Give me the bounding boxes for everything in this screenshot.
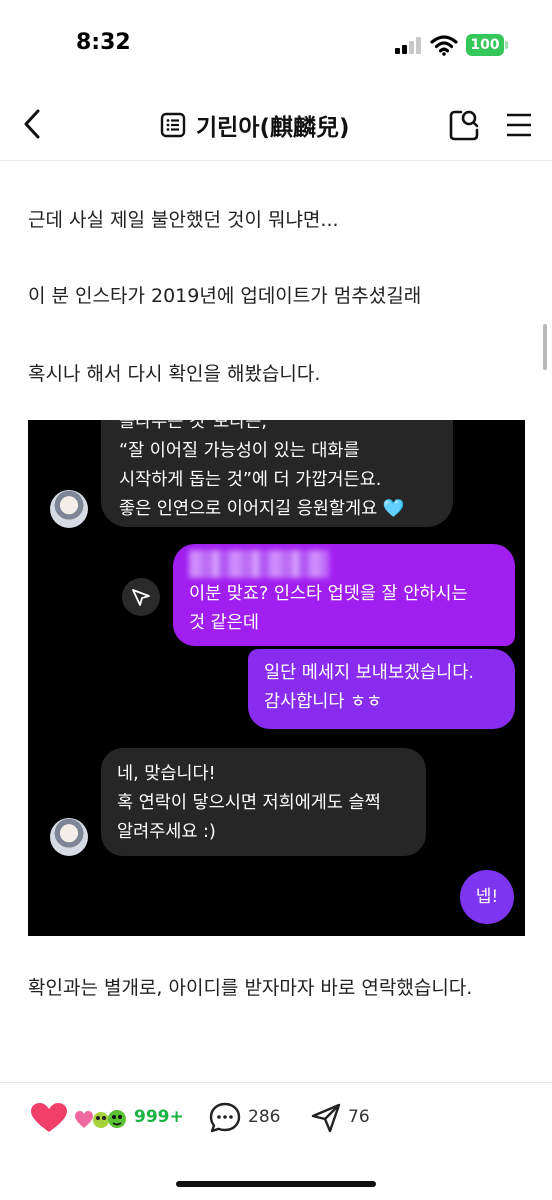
avatar <box>50 818 88 856</box>
chat-line: 이분 맞죠? 인스타 업뎃을 잘 안하시는 <box>189 584 468 604</box>
board-title[interactable]: 기린아(麒麟兒) <box>160 108 350 142</box>
list-icon <box>160 112 186 138</box>
heart-icon[interactable] <box>30 1102 68 1134</box>
article-paragraph: 이 분 인스타가 2019년에 업데이트가 멈추셨길래 <box>28 285 422 307</box>
share-icon[interactable] <box>310 1102 342 1134</box>
reaction-stickers-icon[interactable] <box>74 1106 130 1132</box>
blurred-image-region <box>189 550 329 578</box>
home-indicator <box>176 1181 376 1187</box>
comment-icon[interactable] <box>208 1101 242 1135</box>
chat-line: 것 같은데 <box>189 613 259 633</box>
back-arrow-icon[interactable] <box>18 106 48 142</box>
search-icon[interactable] <box>448 108 480 142</box>
chat-line: 알려주세요 :) <box>117 822 216 842</box>
avatar <box>50 490 88 528</box>
chat-bubble-outgoing: 이분 맞죠? 인스타 업뎃을 잘 안하시는 것 같은데 <box>173 544 515 646</box>
chat-bubble-incoming: 올라주는 것"보다는, “잘 이어질 가능성이 있는 대화를 시작하게 돕는 것… <box>101 420 453 527</box>
chat-screenshot-image: 올라주는 것"보다는, “잘 이어질 가능성이 있는 대화를 시작하게 돕는 것… <box>28 420 525 936</box>
nav-bar: 기린아(麒麟兒) <box>0 90 552 161</box>
article-paragraph: 혹시나 해서 다시 확인을 해봤습니다. <box>28 363 321 385</box>
chat-line: 좋은 인연으로 이어지길 응원할게요 🩵 <box>119 499 405 519</box>
chat-line: 시작하게 돕는 것”에 더 가깝거든요. <box>119 470 382 490</box>
quick-reply-button: 넵! <box>460 870 514 924</box>
send-icon <box>122 578 160 616</box>
wifi-icon <box>430 35 458 56</box>
battery-tip <box>505 41 508 49</box>
like-count: 999+ <box>134 1107 184 1127</box>
chat-line: 감사합니다 ㅎㅎ <box>264 692 383 712</box>
page-title: 기린아(麒麟兒) <box>196 115 350 141</box>
chat-line: 일단 메세지 보내보겠습니다. <box>264 663 474 683</box>
chat-line: “잘 이어질 가능성이 있는 대화를 <box>119 441 360 461</box>
chat-line: 네, 맞습니다! <box>117 764 216 784</box>
chat-bubble-outgoing: 일단 메세지 보내보겠습니다. 감사합니다 ㅎㅎ <box>248 649 515 729</box>
divider <box>0 1082 552 1083</box>
article-paragraph: 근데 사실 제일 불안했던 것이 뭐냐면... <box>28 209 339 231</box>
status-time: 8:32 <box>76 30 131 55</box>
battery-icon: 100 <box>466 34 504 56</box>
share-count: 76 <box>348 1107 370 1127</box>
comment-count: 286 <box>248 1107 281 1127</box>
status-bar: 8:32 100 <box>0 0 552 90</box>
menu-icon[interactable] <box>506 112 532 138</box>
chat-line: 올라주는 것"보다는, <box>119 420 267 432</box>
scroll-indicator[interactable] <box>543 324 547 370</box>
article-paragraph: 확인과는 별개로, 아이디를 받자마자 바로 연락했습니다. <box>28 977 473 999</box>
chat-bubble-incoming: 네, 맞습니다! 혹 연락이 닿으시면 저희에게도 슬쩍 알려주세요 :) <box>101 748 426 856</box>
signal-icon <box>395 36 425 54</box>
chat-line: 혹 연락이 닿으시면 저희에게도 슬쩍 <box>117 793 381 813</box>
